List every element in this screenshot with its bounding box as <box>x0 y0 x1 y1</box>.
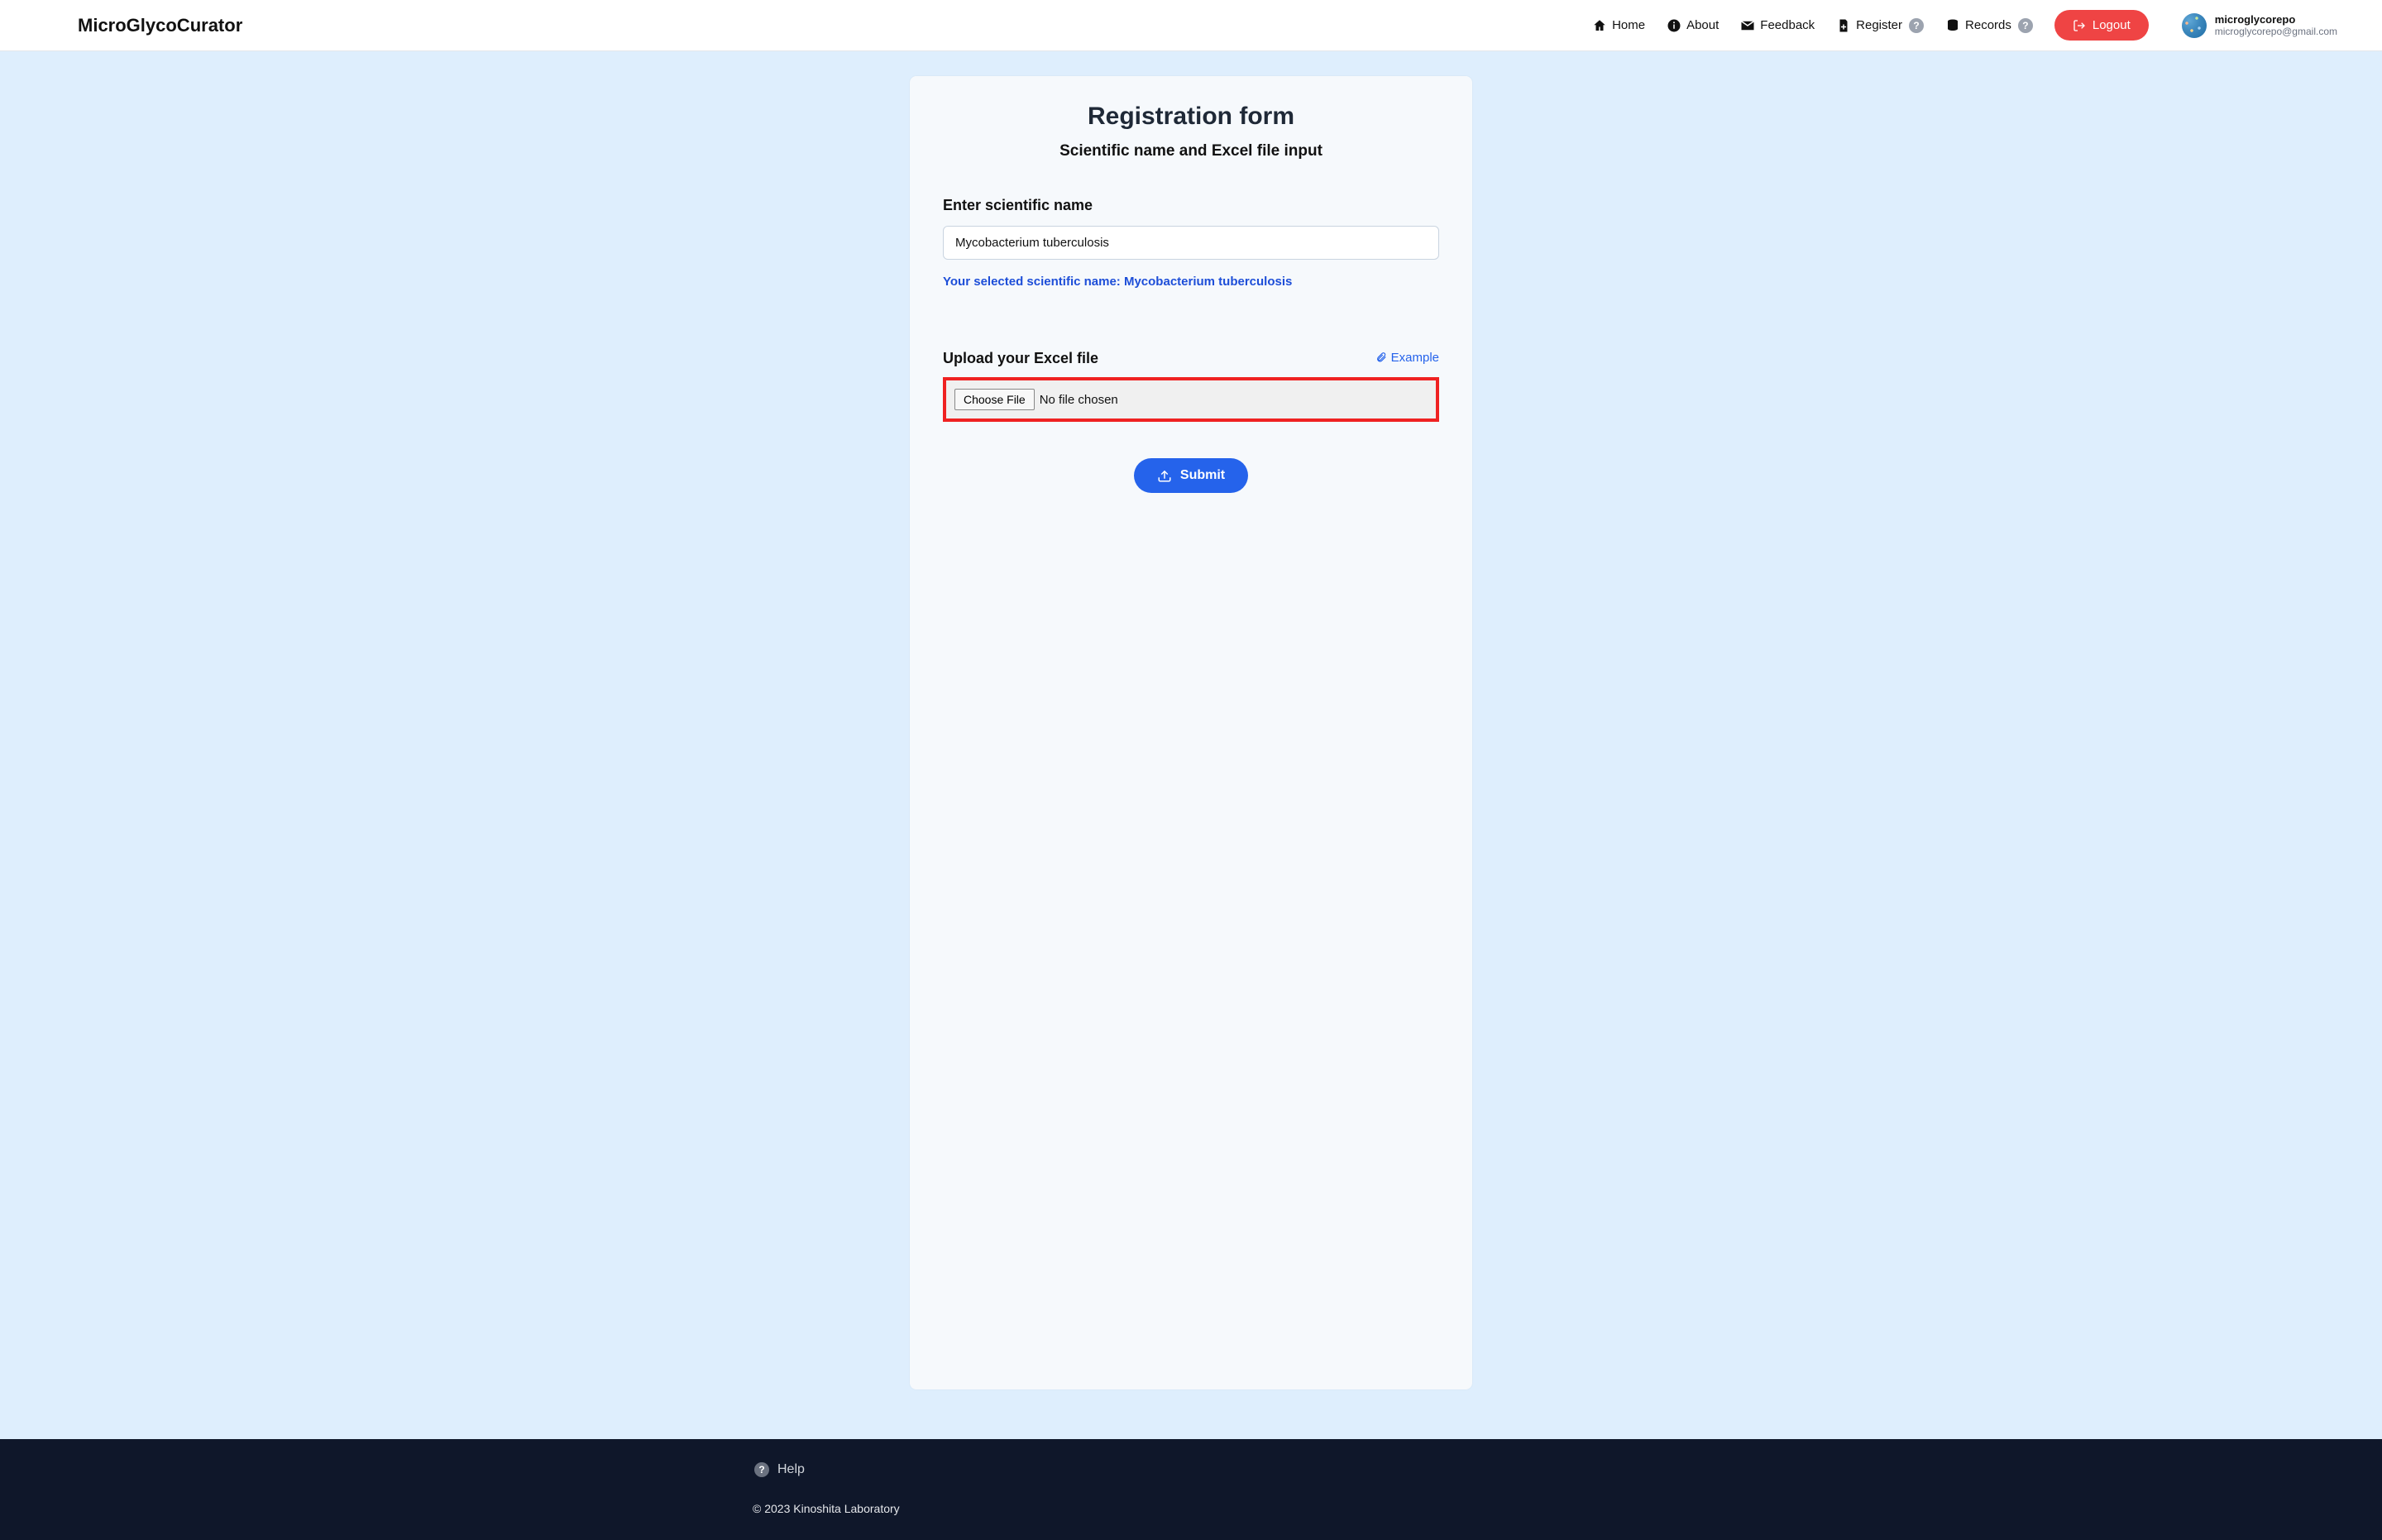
selected-name-value: Mycobacterium tuberculosis <box>1124 275 1292 289</box>
upload-label: Upload your Excel file <box>943 350 1098 367</box>
nav-home[interactable]: Home <box>1592 18 1645 33</box>
nav-home-label: Home <box>1612 18 1645 32</box>
logout-icon <box>2073 19 2086 32</box>
info-icon <box>1667 18 1681 33</box>
footer-help-label: Help <box>777 1462 805 1477</box>
nav-records-label: Records <box>1965 18 2011 32</box>
help-icon: ? <box>754 1462 769 1477</box>
nav-register-label: Register <box>1856 18 1902 32</box>
logout-button[interactable]: Logout <box>2054 10 2149 41</box>
example-link[interactable]: Example <box>1375 351 1439 365</box>
form-title: Registration form <box>943 103 1439 131</box>
user-info: microglycorepo microglycorepo@gmail.com <box>2215 13 2337 38</box>
home-icon <box>1592 18 1607 33</box>
brand-title: MicroGlycoCurator <box>78 15 242 36</box>
top-nav: Home About Feedback Register ? Rec <box>1592 10 2337 41</box>
file-plus-icon <box>1836 18 1851 33</box>
database-icon <box>1945 18 1960 33</box>
nav-feedback[interactable]: Feedback <box>1740 18 1815 33</box>
user-email: microglycorepo@gmail.com <box>2215 26 2337 37</box>
paperclip-icon <box>1375 352 1387 363</box>
nav-records[interactable]: Records ? <box>1945 18 2033 33</box>
form-subtitle: Scientific name and Excel file input <box>943 142 1439 160</box>
help-icon[interactable]: ? <box>1909 18 1924 33</box>
file-upload-box: Choose File No file chosen <box>943 377 1439 422</box>
selected-name-display: Your selected scientific name: Mycobacte… <box>943 275 1439 289</box>
selected-name-prefix: Your selected scientific name: <box>943 275 1124 289</box>
upload-icon <box>1157 468 1172 483</box>
footer-help-link[interactable]: ? Help <box>753 1462 1629 1477</box>
file-status-text: No file chosen <box>1040 393 1118 407</box>
choose-file-button[interactable]: Choose File <box>954 389 1035 410</box>
footer: ? Help © 2023 Kinoshita Laboratory <box>0 1439 2382 1540</box>
registration-card: Registration form Scientific name and Ex… <box>910 76 1472 1389</box>
scientific-name-label: Enter scientific name <box>943 197 1439 214</box>
logout-label: Logout <box>2093 18 2131 32</box>
help-icon[interactable]: ? <box>2018 18 2033 33</box>
nav-about-label: About <box>1686 18 1719 32</box>
nav-feedback-label: Feedback <box>1760 18 1815 32</box>
avatar <box>2182 13 2207 38</box>
submit-button[interactable]: Submit <box>1134 458 1248 493</box>
example-link-label: Example <box>1391 351 1439 365</box>
nav-about[interactable]: About <box>1667 18 1719 33</box>
user-name: microglycorepo <box>2215 13 2337 26</box>
submit-label: Submit <box>1180 468 1225 483</box>
envelope-icon <box>1740 18 1755 33</box>
user-block[interactable]: microglycorepo microglycorepo@gmail.com <box>2182 13 2337 38</box>
header: MicroGlycoCurator Home About Feedback Re… <box>0 0 2382 51</box>
content-area: Registration form Scientific name and Ex… <box>0 51 2382 1439</box>
scientific-name-input[interactable] <box>943 226 1439 260</box>
footer-copyright: © 2023 Kinoshita Laboratory <box>753 1502 1629 1515</box>
nav-register[interactable]: Register ? <box>1836 18 1924 33</box>
